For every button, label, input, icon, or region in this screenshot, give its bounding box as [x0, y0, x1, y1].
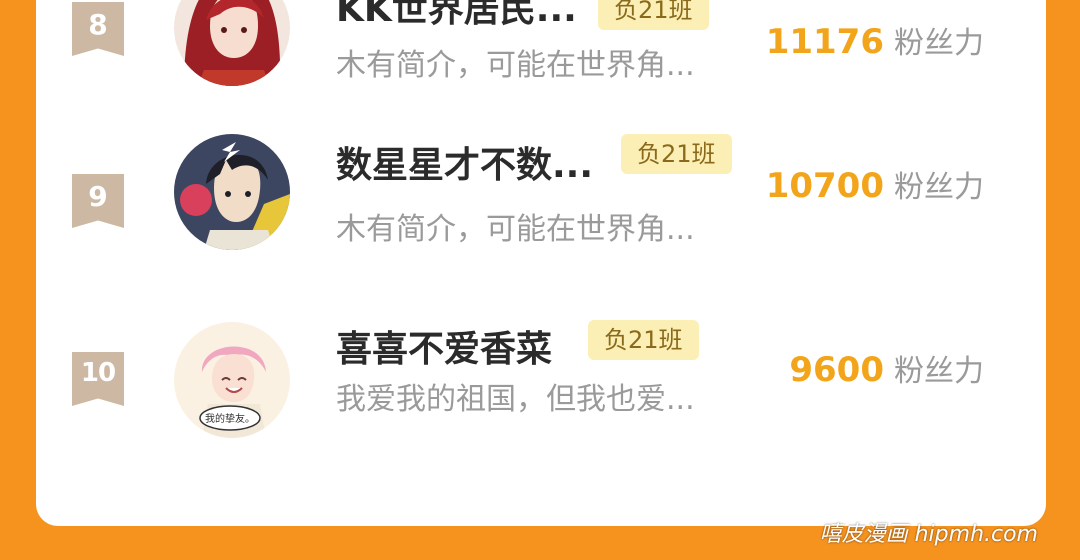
- user-name[interactable]: 喜喜不爱香菜: [336, 320, 552, 372]
- fans-score: 11176 粉丝力: [766, 18, 984, 62]
- class-badge: 负21班: [588, 320, 699, 360]
- avatar-caption: 我的挚友。: [205, 412, 255, 425]
- ranking-row[interactable]: 9 数星星才不数... 负21班 木有简介，可能在世界角... 10700 粉丝…: [36, 134, 1046, 254]
- user-name[interactable]: KK世界居民...: [336, 0, 577, 32]
- ranking-row[interactable]: 8 KK世界居民... 负21班 木有简介，可能在世界角... 11176 粉丝…: [36, 0, 1046, 86]
- user-intro: 我爱我的祖国，但我也爱...: [336, 382, 695, 417]
- rank-badge: 10: [72, 352, 124, 406]
- user-name[interactable]: 数星星才不数...: [336, 136, 593, 188]
- avatar[interactable]: [174, 134, 290, 250]
- rank-badge: 8: [72, 2, 124, 56]
- dark-hair-boy-avatar-icon: [174, 134, 290, 250]
- red-hair-girl-avatar-icon: [174, 0, 290, 86]
- fans-count: 9600: [789, 350, 884, 390]
- watermark-text: 嘻皮漫画 hipmh.com: [819, 522, 1038, 547]
- user-intro: 木有简介，可能在世界角...: [336, 212, 695, 247]
- fans-unit: 粉丝力: [894, 26, 984, 61]
- rank-number: 9: [88, 180, 108, 213]
- pink-hair-boy-avatar-icon: 我的挚友。: [174, 322, 290, 438]
- fans-count: 11176: [765, 22, 884, 62]
- avatar[interactable]: [174, 0, 290, 86]
- rank-badge: 9: [72, 174, 124, 228]
- fans-unit: 粉丝力: [894, 354, 984, 389]
- fans-score: 9600 粉丝力: [789, 346, 984, 390]
- user-intro: 木有简介，可能在世界角...: [336, 48, 695, 83]
- ranking-card: 8 KK世界居民... 负21班 木有简介，可能在世界角... 11176 粉丝…: [36, 0, 1046, 526]
- ranking-row[interactable]: 10 我的挚友。 喜喜不爱香菜 负21班 我爱我的祖国，但我也爱... 9600…: [36, 320, 1046, 440]
- fans-unit: 粉丝力: [894, 170, 984, 205]
- fans-score: 10700 粉丝力: [766, 162, 984, 206]
- rank-number: 8: [88, 8, 108, 41]
- class-badge: 负21班: [598, 0, 709, 30]
- rank-number: 10: [80, 358, 116, 388]
- fans-count: 10700: [765, 166, 884, 206]
- class-badge: 负21班: [621, 134, 732, 174]
- avatar[interactable]: 我的挚友。: [174, 322, 290, 438]
